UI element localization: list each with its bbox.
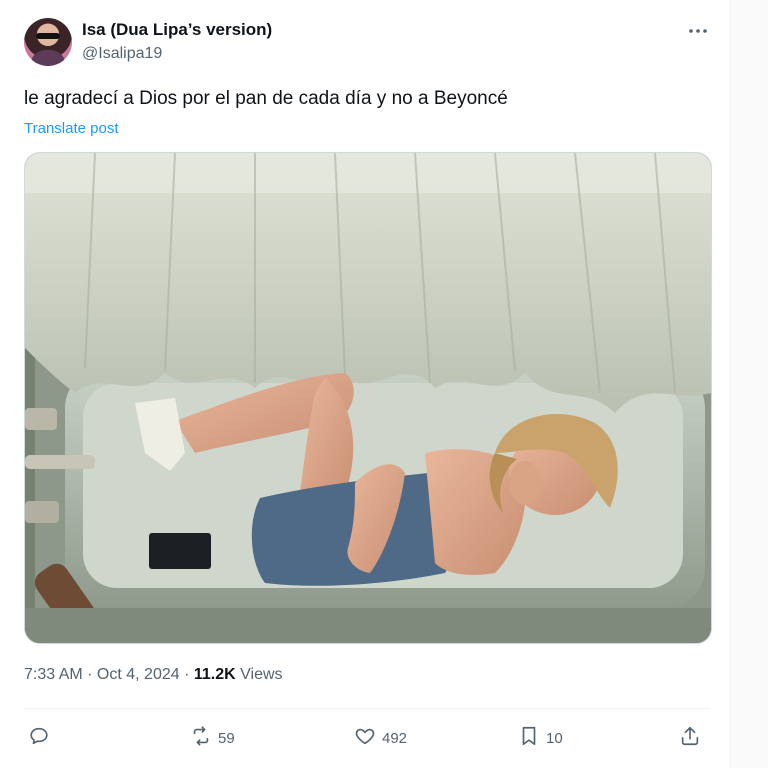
post-date[interactable]: Oct 4, 2024	[97, 666, 180, 683]
views-label: Views	[240, 666, 283, 683]
bookmark-button[interactable]: 10	[518, 724, 563, 752]
post-image[interactable]	[24, 152, 712, 644]
retweet-button[interactable]: 59	[190, 724, 235, 752]
tweet-card: Isa (Dua Lipa’s version) @Isalipa19 le a…	[0, 0, 730, 768]
avatar-body-shape	[30, 50, 66, 66]
author-display-name[interactable]: Isa (Dua Lipa’s version)	[82, 20, 272, 40]
reply-icon	[28, 725, 50, 751]
views-count: 11.2K	[193, 666, 236, 683]
retweet-icon	[190, 725, 212, 751]
post-text: le agradecí a Dios por el pan de cada dí…	[24, 88, 508, 109]
avatar[interactable]	[24, 18, 72, 66]
post-time[interactable]: 7:33 AM	[24, 666, 83, 683]
like-count: 492	[382, 729, 408, 747]
action-bar: 59 492 10	[24, 724, 710, 752]
avatar-sunglasses-shape	[36, 33, 60, 39]
post-meta: 7:33 AM · Oct 4, 2024 · 11.2K Views	[24, 666, 283, 684]
share-icon	[679, 725, 701, 751]
more-icon[interactable]	[686, 22, 710, 40]
like-button[interactable]: 492	[354, 724, 407, 752]
translate-post-link[interactable]: Translate post	[24, 120, 119, 137]
bookmark-icon	[518, 725, 540, 751]
like-icon	[354, 725, 376, 751]
meta-separator-2: ·	[179, 666, 194, 683]
reply-button[interactable]	[28, 724, 56, 752]
author-handle[interactable]: @Isalipa19	[82, 45, 162, 63]
share-button[interactable]	[679, 724, 701, 752]
retweet-count: 59	[218, 729, 235, 747]
right-column-edge	[730, 0, 768, 768]
meta-separator: ·	[82, 666, 97, 683]
bookmark-count: 10	[546, 729, 563, 747]
actions-divider	[24, 708, 710, 709]
